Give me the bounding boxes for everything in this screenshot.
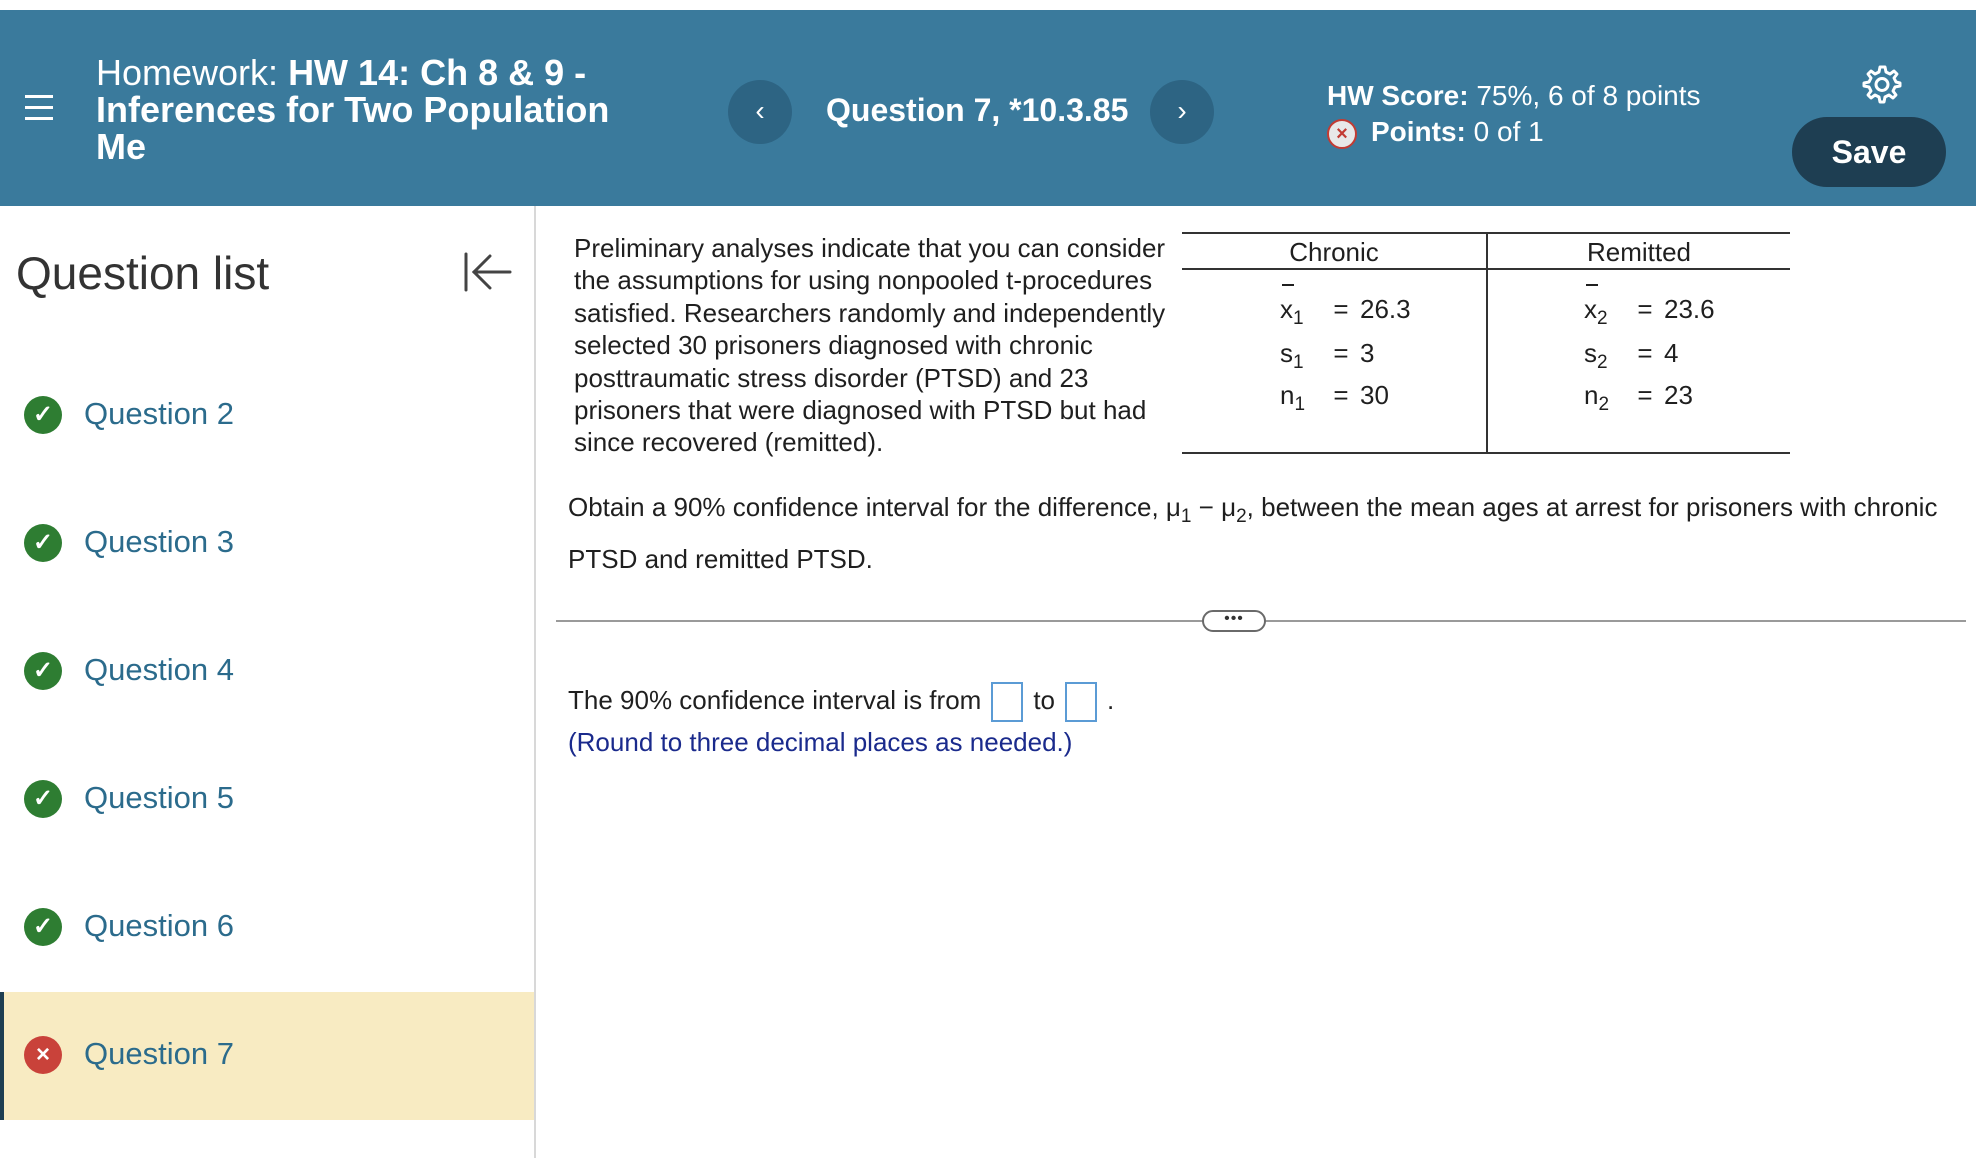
x-circle-icon: × (24, 1036, 62, 1074)
check-circle-icon: ✓ (24, 396, 62, 434)
answer-to: to (1033, 685, 1055, 715)
question-list-item-4[interactable]: ✓ Question 4 (0, 608, 534, 736)
homework-title: Homework: HW 14: Ch 8 & 9 - Inferences f… (96, 54, 636, 165)
remitted-sd: s2 = 4 (1584, 338, 1679, 373)
question-list-item-label: Question 3 (84, 524, 234, 559)
question-title: Question 7, *10.3.85 (826, 92, 1129, 128)
check-circle-icon: ✓ (24, 524, 62, 562)
data-table: Chronic Remitted x1 = 26.3 s1 = 3 n1 = 30 x2 = 2… (1182, 232, 1790, 454)
question-prompt: Obtain a 90% confidence interval for the… (568, 492, 1938, 575)
answer-prefix: The 90% confidence interval is from (568, 685, 982, 715)
question-list-sidebar: Question list ✓ Question 2 ✓ Question 3 … (0, 206, 536, 1158)
next-question-button[interactable]: › (1150, 80, 1214, 144)
previous-question-button[interactable]: ‹ (728, 80, 792, 144)
remitted-mean: x2 = 23.6 (1584, 284, 1715, 329)
check-circle-icon: ✓ (24, 908, 62, 946)
question-list-title: Question list (16, 247, 270, 299)
upper-bound-input[interactable] (1065, 682, 1097, 723)
collapse-left-icon[interactable] (462, 248, 514, 296)
hamburger-menu-icon[interactable] (22, 95, 56, 125)
question-list-item-6[interactable]: ✓ Question 6 (0, 864, 534, 992)
chronic-sd: s1 = 3 (1280, 338, 1375, 373)
question-list-item-label: Question 6 (84, 908, 234, 943)
chevron-left-icon: ‹ (755, 95, 765, 126)
gear-icon[interactable] (1862, 64, 1902, 104)
answer-suffix: . (1107, 685, 1115, 715)
table-header-chronic: Chronic (1182, 234, 1486, 270)
question-list-item-label: Question 2 (84, 396, 234, 431)
chevron-right-icon: › (1177, 95, 1187, 126)
answer-line: The 90% confidence interval is from to. (568, 680, 1115, 723)
hw-score: HW Score: 75%, 6 of 8 points (1327, 78, 1701, 114)
question-list-item-5[interactable]: ✓ Question 5 (0, 736, 534, 864)
homework-title-label: Homework: (96, 52, 279, 93)
question-list-item-3[interactable]: ✓ Question 3 (0, 480, 534, 608)
points-value: 0 of 1 (1473, 116, 1544, 147)
question-list-item-7[interactable]: × Question 7 (0, 992, 534, 1120)
question-list-item-label: Question 7 (84, 1036, 234, 1071)
problem-statement: Preliminary analyses indicate that you c… (574, 233, 1166, 458)
top-strip (0, 0, 1976, 10)
score-block: HW Score: 75%, 6 of 8 points × Points: 0 … (1327, 78, 1701, 150)
lower-bound-input[interactable] (991, 682, 1024, 723)
table-column-divider (1486, 234, 1488, 452)
question-list-item-2[interactable]: ✓ Question 2 (0, 352, 534, 480)
x-circle-icon: × (1327, 118, 1357, 149)
chronic-n: n1 = 30 (1280, 380, 1389, 415)
chronic-mean: x1 = 26.3 (1280, 284, 1411, 329)
check-circle-icon: ✓ (24, 780, 62, 818)
expand-dots-button[interactable]: ••• (1202, 610, 1266, 632)
hw-score-label: HW Score: (1327, 80, 1469, 111)
points: × Points: 0 of 1 (1327, 114, 1701, 150)
check-circle-icon: ✓ (24, 652, 62, 690)
rounding-hint: (Round to three decimal places as needed… (568, 727, 1073, 757)
question-list-item-label: Question 5 (84, 780, 234, 815)
save-button[interactable]: Save (1792, 117, 1946, 187)
question-list-item-label: Question 4 (84, 652, 234, 687)
points-label: Points: (1371, 116, 1466, 147)
header-bar: Homework: HW 14: Ch 8 & 9 - Inferences f… (0, 10, 1976, 206)
hw-score-value: 75%, 6 of 8 points (1476, 80, 1701, 111)
question-content: Preliminary analyses indicate that you c… (538, 206, 1976, 1158)
remitted-n: n2 = 23 (1584, 380, 1693, 415)
table-header-remitted: Remitted (1486, 234, 1790, 270)
